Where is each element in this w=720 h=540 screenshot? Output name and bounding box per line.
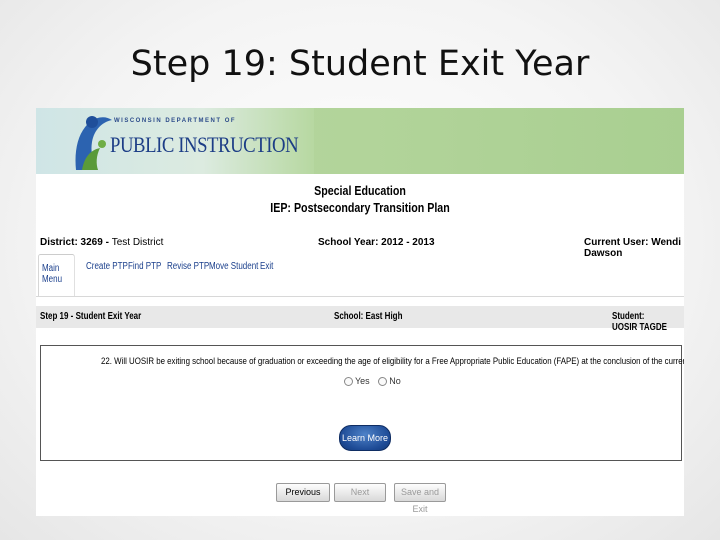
radio-circle-icon	[378, 377, 388, 387]
previous-button[interactable]: Previous	[276, 483, 330, 502]
radio-circle-icon	[344, 377, 353, 387]
logo-department-text: WISCONSIN DEPARTMENT OF	[114, 118, 237, 124]
student-label: Student: UOSIR TAGDE	[612, 311, 667, 333]
step-bar: Step 19 - Student Exit Year School: East…	[36, 306, 684, 333]
next-button[interactable]: Next	[334, 483, 386, 502]
step-label: Step 19 - Student Exit Year	[40, 311, 142, 322]
exit-radio-group: Yes No	[344, 376, 407, 387]
school-year: School Year: 2012 - 2013	[318, 237, 435, 248]
district-info: District: 3269 - Test District	[40, 237, 163, 248]
dpi-logo-icon	[75, 116, 112, 170]
district-label: District: 3269 -	[40, 237, 109, 248]
app-title-line2: IEP: Postsecondary Transition Plan	[270, 200, 450, 215]
learn-more-button[interactable]: Learn More	[339, 425, 391, 451]
tab-exit[interactable]: Exit	[260, 261, 273, 272]
radio-yes[interactable]: Yes	[344, 376, 370, 387]
question-text: 22. Will UOSIR be exiting school because…	[101, 356, 684, 367]
tab-move-student[interactable]: Move Student	[209, 261, 258, 272]
tab-revise-ptp[interactable]: Revise PTP	[167, 261, 209, 272]
tab-divider	[36, 296, 684, 297]
radio-no[interactable]: No	[378, 376, 401, 387]
tab-main-menu[interactable]: Main Menu	[38, 254, 75, 297]
app-screenshot: WISCONSIN DEPARTMENT OF PUBLIC INSTRUCTI…	[36, 108, 684, 516]
nav-tabs: Main Menu Create PTP Find PTP Revise PTP…	[38, 254, 338, 297]
app-title: Special Education IEP: Postsecondary Tra…	[94, 182, 625, 216]
logo-public-instruction: PUBLIC INSTRUCTION	[110, 132, 299, 157]
district-name: Test District	[111, 237, 164, 248]
app-title-line1: Special Education	[314, 183, 406, 198]
tab-find-ptp[interactable]: Find PTP	[128, 261, 161, 272]
current-user: Current User: Wendi Dawson	[584, 237, 682, 259]
school-label: School: East High	[334, 311, 403, 322]
header-banner: WISCONSIN DEPARTMENT OF PUBLIC INSTRUCTI…	[36, 108, 684, 174]
question-panel: 22. Will UOSIR be exiting school because…	[40, 345, 684, 461]
save-exit-button[interactable]: Save and Exit	[394, 483, 446, 514]
tab-create-ptp[interactable]: Create PTP	[86, 261, 128, 272]
slide-title: Step 19: Student Exit Year	[130, 44, 590, 84]
